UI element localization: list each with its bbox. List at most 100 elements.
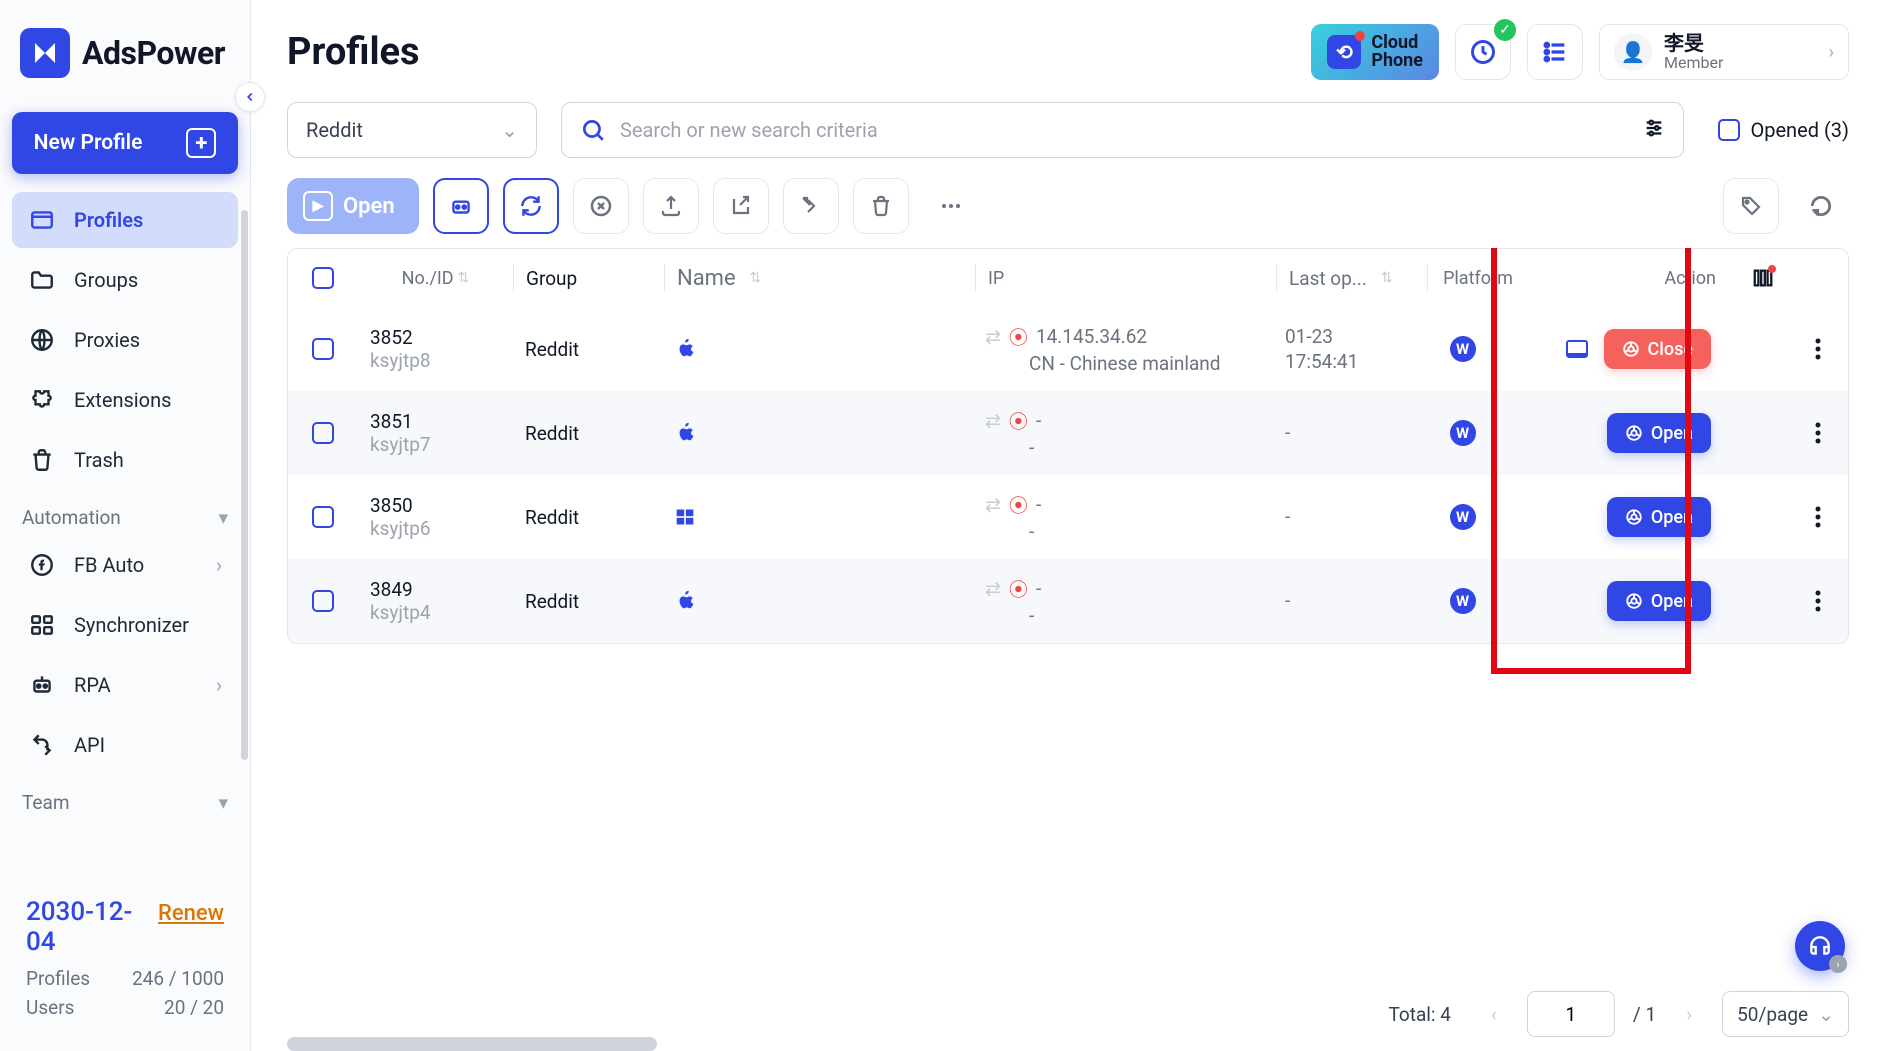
horizontal-scrollbar[interactable]	[287, 1037, 1849, 1051]
row-action-button[interactable]: Open	[1607, 497, 1711, 537]
th-ip[interactable]: IP	[988, 268, 1004, 289]
row-ip-location: CN - Chinese mainland	[1029, 352, 1220, 375]
profiles-usage-value: 246 / 1000	[132, 967, 224, 990]
delete-tool-button[interactable]	[853, 178, 909, 234]
profiles-usage-label: Profiles	[26, 967, 90, 990]
table-row: 3851 ksyjtp7 Reddit ⇄⦿- - - W- Open	[288, 391, 1848, 475]
monitor-icon[interactable]	[1566, 340, 1588, 358]
reload-table-button[interactable]	[1793, 178, 1849, 234]
nav-synchronizer[interactable]: Synchronizer	[12, 597, 238, 653]
automation-section-label[interactable]: Automation ▾	[0, 488, 250, 537]
nav-api[interactable]: API	[12, 717, 238, 773]
tag-tool-button[interactable]	[1723, 178, 1779, 234]
close-tool-button[interactable]	[573, 178, 629, 234]
table-header: No./ID⇅ Group Name⇅ IP Last op...⇅ Platf…	[288, 249, 1848, 307]
logo-icon	[20, 28, 70, 78]
page-prev[interactable]: ‹	[1479, 1003, 1509, 1026]
th-group[interactable]: Group	[526, 267, 577, 290]
api-icon	[28, 731, 56, 759]
search-input[interactable]	[620, 118, 1629, 142]
nav-profiles[interactable]: Profiles	[12, 192, 238, 248]
th-name[interactable]: Name	[677, 266, 736, 291]
page-current-input[interactable]	[1527, 991, 1615, 1037]
more-tool-button[interactable]	[923, 178, 979, 234]
row-no: 3849	[370, 578, 413, 601]
nav-groups-label: Groups	[74, 268, 138, 292]
main-nav: Profiles Groups Proxies Extensions Trash	[0, 192, 250, 488]
task-list-button[interactable]	[1527, 24, 1583, 80]
row-action-button[interactable]: Close	[1604, 329, 1711, 369]
nav-groups[interactable]: Groups	[12, 252, 238, 308]
renew-link[interactable]: Renew	[158, 901, 224, 926]
search-bar	[561, 102, 1684, 158]
refresh-tool-button[interactable]	[503, 178, 559, 234]
opened-filter[interactable]: Opened (3)	[1708, 118, 1849, 142]
row-more-button[interactable]	[1793, 506, 1843, 528]
sidebar-scrollbar[interactable]	[241, 210, 248, 760]
automation-nav: FB Auto › Synchronizer RPA › API	[0, 537, 250, 773]
page-total: Total: 4	[1388, 1003, 1450, 1026]
bulk-open-button[interactable]: ▶ Open	[287, 178, 419, 234]
table-row: 3850 ksyjtp6 Reddit ⇄⦿- - - W- Open	[288, 475, 1848, 559]
new-profile-button[interactable]: New Profile +	[12, 112, 238, 174]
search-icon[interactable]	[580, 117, 606, 143]
topbar: Profiles ⟲ CloudPhone ✓ 👤 李旻 Member ›	[251, 0, 1885, 92]
nav-rpa[interactable]: RPA ›	[12, 657, 238, 713]
nav-rpa-label: RPA	[74, 673, 111, 697]
nav-trash[interactable]: Trash	[12, 432, 238, 488]
sync-status-button[interactable]: ✓	[1455, 24, 1511, 80]
row-action-button[interactable]: Open	[1607, 581, 1711, 621]
row-checkbox[interactable]	[312, 506, 334, 528]
sidebar-collapse-button[interactable]	[235, 82, 265, 112]
row-action-button[interactable]: Open	[1607, 413, 1711, 453]
th-no[interactable]: No./ID	[402, 268, 454, 289]
row-checkbox[interactable]	[312, 590, 334, 612]
page-size-select[interactable]: 50/page ⌄	[1722, 991, 1849, 1037]
th-last-op[interactable]: Last op...	[1289, 267, 1367, 290]
row-more-button[interactable]	[1793, 338, 1843, 360]
swap-icon: ⇄	[985, 493, 1001, 516]
sidebar-footer: 2030-12-04 Renew Profiles 246 / 1000 Use…	[12, 887, 238, 1033]
new-profile-label: New Profile	[34, 131, 143, 155]
row-action-label: Open	[1651, 423, 1693, 444]
select-all-checkbox[interactable]	[312, 267, 334, 289]
cloud-phone-button[interactable]: ⟲ CloudPhone	[1311, 24, 1439, 80]
platform-badge: W	[1450, 588, 1476, 614]
user-menu[interactable]: 👤 李旻 Member ›	[1599, 24, 1849, 80]
row-serial: ksyjtp7	[370, 433, 431, 456]
rpa-tool-button[interactable]	[433, 178, 489, 234]
sort-icon[interactable]: ⇅	[458, 270, 470, 286]
page-total-pages: / 1	[1633, 1003, 1656, 1026]
row-checkbox[interactable]	[312, 338, 334, 360]
group-selected-label: Reddit	[306, 118, 363, 142]
row-more-button[interactable]	[1793, 422, 1843, 444]
nav-extensions-label: Extensions	[74, 388, 171, 412]
row-ip-location: -	[1029, 520, 1034, 543]
share-tool-button[interactable]	[783, 178, 839, 234]
th-platform[interactable]: Platform	[1443, 268, 1513, 289]
nav-proxies[interactable]: Proxies	[12, 312, 238, 368]
sort-icon[interactable]: ⇅	[1381, 270, 1393, 286]
team-section-label[interactable]: Team ▾	[0, 773, 250, 822]
nav-fb-auto[interactable]: FB Auto ›	[12, 537, 238, 593]
nav-profiles-label: Profiles	[74, 208, 143, 232]
filter-settings-icon[interactable]	[1643, 117, 1665, 144]
export-tool-button[interactable]	[643, 178, 699, 234]
globe-icon	[28, 326, 56, 354]
swap-icon: ⇄	[985, 409, 1001, 432]
row-last-date: -	[1285, 505, 1290, 528]
row-os-icon	[663, 422, 973, 444]
import-tool-button[interactable]	[713, 178, 769, 234]
row-more-button[interactable]	[1793, 590, 1843, 612]
location-pin-icon: ⦿	[1009, 491, 1028, 518]
page-title: Profiles	[287, 30, 420, 74]
row-ip: -	[1036, 493, 1041, 516]
group-select[interactable]: Reddit ⌄	[287, 102, 537, 158]
sort-icon[interactable]: ⇅	[750, 270, 762, 286]
nav-extensions[interactable]: Extensions	[12, 372, 238, 428]
support-fab[interactable]: ›	[1795, 921, 1845, 971]
row-checkbox[interactable]	[312, 422, 334, 444]
platform-extra: -	[1492, 339, 1497, 360]
page-next[interactable]: ›	[1674, 1003, 1704, 1026]
row-group: Reddit	[513, 590, 663, 613]
